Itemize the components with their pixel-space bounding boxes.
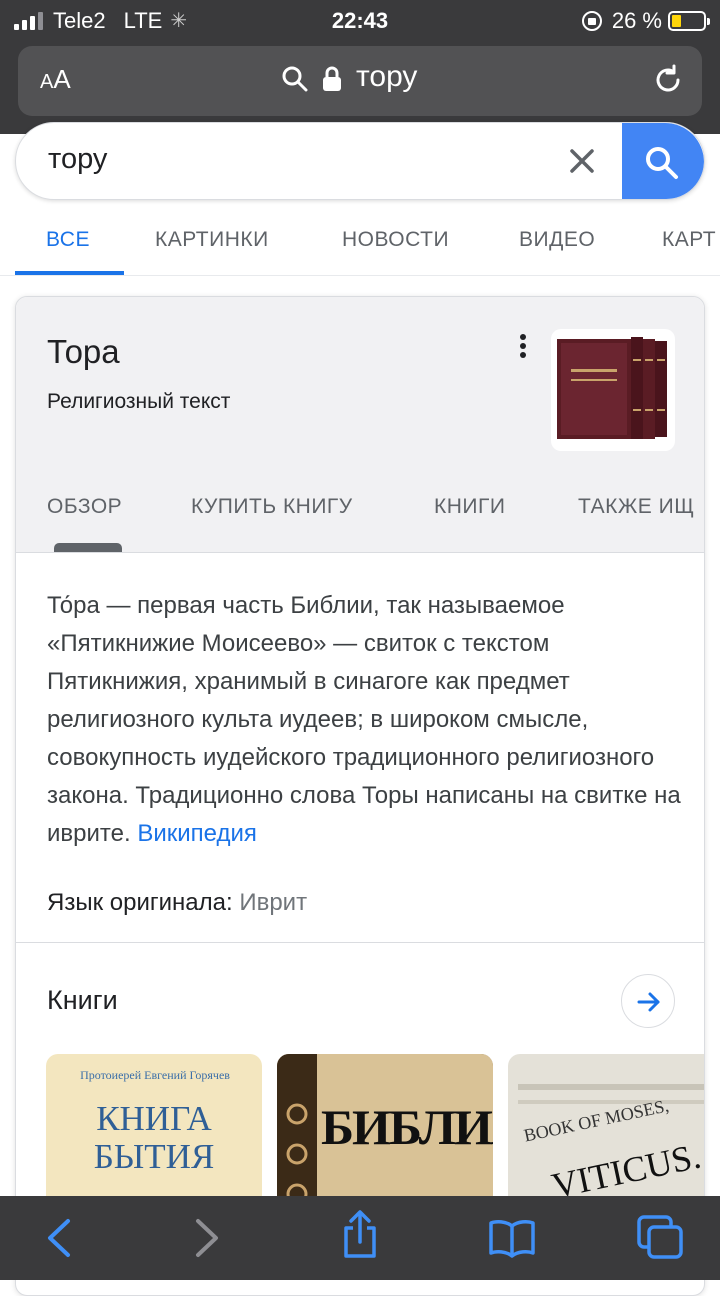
browser-chrome: Tele2 LTE ✳ 22:43 26 % AAAA тору [0, 0, 720, 134]
search-icon [644, 145, 680, 186]
panel-header: Тора Религиозный текст ОБЗОР КУПИТЬ КНИГ… [16, 297, 704, 553]
loading-icon: ✳ [170, 10, 188, 32]
panel-tab-also-searched[interactable]: ТАКЖЕ ИЩ [578, 495, 694, 519]
page-line [518, 1100, 704, 1104]
tabs-icon[interactable] [636, 1214, 684, 1265]
browser-toolbar [0, 1196, 720, 1280]
search-icon [282, 66, 308, 97]
panel-tab-overview[interactable]: ОБЗОР [47, 495, 122, 519]
reload-icon[interactable] [652, 64, 684, 101]
tab-maps[interactable]: КАРТ [662, 228, 716, 252]
search-button[interactable] [622, 123, 704, 199]
url-text[interactable]: тору [356, 60, 417, 94]
books-more-button[interactable] [621, 974, 675, 1028]
wikipedia-link[interactable]: Википедия [137, 820, 257, 847]
tab-news[interactable]: НОВОСТИ [342, 228, 449, 252]
address-bar[interactable]: AAAA тору [18, 46, 702, 116]
rotation-lock-icon [581, 11, 602, 31]
books-heading: Книги [47, 985, 118, 1015]
panel-thumbnail[interactable] [551, 329, 675, 451]
panel-tab-buy-book[interactable]: КУПИТЬ КНИГУ [191, 495, 353, 519]
header-divider [16, 552, 704, 553]
forward-icon[interactable] [192, 1218, 222, 1263]
arrow-right-icon [637, 992, 660, 1012]
tab-all[interactable]: ВСЕ [46, 228, 90, 252]
section-divider [16, 942, 704, 943]
search-box[interactable]: тору [15, 122, 705, 200]
original-language: Язык оригинала: Иврит [47, 889, 307, 917]
tab-video[interactable]: ВИДЕО [519, 228, 595, 252]
text-size-button[interactable]: AAAA [40, 64, 71, 95]
clear-icon[interactable] [568, 147, 596, 180]
book-title: БИБЛИЯ [321, 1099, 493, 1155]
search-input[interactable]: тору [48, 143, 107, 176]
network-label: LTE [123, 8, 163, 33]
lock-icon [322, 66, 342, 97]
book-author: Протоиерей Евгений Горячев [80, 1068, 230, 1082]
battery-icon [668, 11, 710, 31]
battery-percent: 26 % [611, 8, 662, 33]
carrier-label: Tele2 [53, 8, 106, 33]
page-line [518, 1084, 704, 1090]
book-title-line1: КНИГА [96, 1099, 212, 1138]
status-left: Tele2 LTE ✳ [14, 6, 187, 36]
original-language-value[interactable]: Иврит [239, 889, 307, 916]
description: То́ра — первая часть Библии, так называе… [47, 587, 687, 853]
book-title-line2: БЫТИЯ [93, 1137, 215, 1176]
tab-images[interactable]: КАРТИНКИ [155, 228, 269, 252]
status-right: 26 % [581, 6, 710, 36]
knowledge-panel: Тора Религиозный текст ОБЗОР КУПИТЬ КНИГ… [15, 296, 705, 1296]
panel-subtitle: Религиозный текст [47, 390, 231, 413]
bookmarks-icon[interactable] [488, 1218, 536, 1263]
tabs-divider [0, 275, 720, 276]
panel-title: Тора [47, 333, 120, 370]
share-icon[interactable] [340, 1210, 380, 1265]
description-text: То́ра — первая часть Библии, так называе… [47, 592, 681, 847]
more-options-icon[interactable] [518, 333, 528, 366]
back-icon[interactable] [44, 1218, 74, 1263]
original-language-label: Язык оригинала: [47, 889, 233, 916]
signal-icon [14, 12, 43, 30]
panel-tab-books[interactable]: КНИГИ [434, 495, 505, 519]
